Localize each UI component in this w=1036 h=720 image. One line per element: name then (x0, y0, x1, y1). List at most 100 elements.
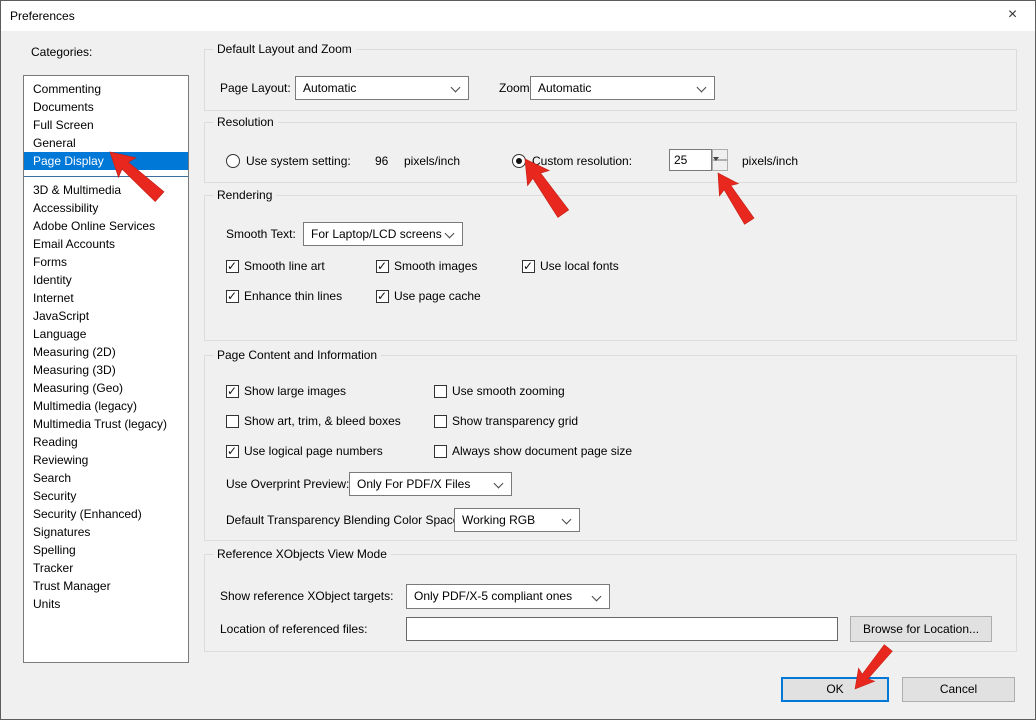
checkbox-smooth-line-art[interactable]: Smooth line art (226, 259, 376, 273)
blend-color-space-label: Default Transparency Blending Color Spac… (226, 508, 463, 532)
spin-down-icon[interactable] (712, 160, 728, 171)
title-bar: Preferences × (1, 1, 1035, 31)
overprint-preview-select[interactable]: Only For PDF/X Files (349, 472, 512, 496)
page-layout-value: Automatic (303, 77, 356, 99)
checkbox-show-transparency-grid[interactable]: Show transparency grid (434, 414, 632, 428)
checkbox-use-local-fonts[interactable]: Use local fonts (522, 259, 619, 273)
page-content-checkboxes: Show large images Use smooth zooming Show … (226, 384, 632, 457)
categories-list: CommentingDocumentsFull ScreenGeneralPag… (23, 75, 189, 663)
chevron-down-icon (592, 592, 602, 602)
category-item-measuring-geo[interactable]: Measuring (Geo) (24, 379, 188, 397)
checkbox-box (376, 290, 389, 303)
chevron-down-icon (451, 83, 461, 93)
category-item-multimedia-legacy[interactable]: Multimedia (legacy) (24, 397, 188, 415)
checkbox-label: Enhance thin lines (244, 289, 342, 303)
xobject-targets-label: Show reference XObject targets: (220, 584, 393, 609)
category-item-units[interactable]: Units (24, 595, 188, 613)
category-item-security[interactable]: Security (24, 487, 188, 505)
chevron-down-icon (562, 515, 572, 525)
category-item-javascript[interactable]: JavaScript (24, 307, 188, 325)
system-resolution-unit: pixels/inch (404, 149, 460, 173)
chevron-down-icon (697, 83, 707, 93)
category-item-trust-manager[interactable]: Trust Manager (24, 577, 188, 595)
custom-resolution-radio[interactable] (512, 154, 526, 168)
checkbox-box (226, 260, 239, 273)
group-title: Reference XObjects View Mode (213, 547, 391, 561)
dialog-title: Preferences (10, 1, 75, 31)
smooth-text-value: For Laptop/LCD screens (311, 223, 442, 245)
category-item-tracker[interactable]: Tracker (24, 559, 188, 577)
category-item-measuring-3d[interactable]: Measuring (3D) (24, 361, 188, 379)
zoom-label: Zoom: (499, 76, 533, 100)
checkbox-smooth-images[interactable]: Smooth images (376, 259, 522, 273)
category-item-reading[interactable]: Reading (24, 433, 188, 451)
location-input[interactable] (406, 617, 838, 641)
category-item-security-enhanced[interactable]: Security (Enhanced) (24, 505, 188, 523)
checkbox-always-show-document-page-size[interactable]: Always show document page size (434, 444, 632, 458)
zoom-value: Automatic (538, 77, 591, 99)
overprint-preview-label: Use Overprint Preview: (226, 472, 349, 496)
group-title: Rendering (213, 188, 276, 202)
category-item-signatures[interactable]: Signatures (24, 523, 188, 541)
checkbox-label: Smooth images (394, 259, 477, 273)
use-system-setting-radio[interactable] (226, 154, 240, 168)
category-item-multimedia-trust-legacy[interactable]: Multimedia Trust (legacy) (24, 415, 188, 433)
system-resolution-value: 96 (375, 149, 388, 173)
category-item-spelling[interactable]: Spelling (24, 541, 188, 559)
checkbox-use-smooth-zooming[interactable]: Use smooth zooming (434, 384, 632, 398)
category-item-page-display[interactable]: Page Display (24, 152, 188, 170)
xobject-targets-select[interactable]: Only PDF/X-5 compliant ones (406, 584, 610, 609)
use-system-setting-label: Use system setting: (246, 149, 351, 173)
checkbox-label: Use local fonts (540, 259, 619, 273)
group-reference-xobjects: Reference XObjects View Mode Show refere… (204, 554, 1017, 652)
checkbox-label: Use logical page numbers (244, 444, 383, 458)
checkbox-show-art-trim-bleed-boxes[interactable]: Show art, trim, & bleed boxes (226, 414, 434, 428)
checkbox-label: Use page cache (394, 289, 481, 303)
custom-resolution-spinner: 25 (669, 149, 729, 171)
category-item-email-accounts[interactable]: Email Accounts (24, 235, 188, 253)
browse-for-location-button[interactable]: Browse for Location... (850, 616, 992, 642)
blend-color-space-select[interactable]: Working RGB (454, 508, 580, 532)
category-item-general[interactable]: General (24, 134, 188, 152)
chevron-down-icon (494, 479, 504, 489)
cancel-button[interactable]: Cancel (902, 677, 1015, 702)
checkbox-enhance-thin-lines[interactable]: Enhance thin lines (226, 289, 376, 303)
category-item-language[interactable]: Language (24, 325, 188, 343)
zoom-select[interactable]: Automatic (530, 76, 715, 100)
xobject-targets-value: Only PDF/X-5 compliant ones (414, 585, 572, 608)
category-item-identity[interactable]: Identity (24, 271, 188, 289)
checkbox-box (226, 415, 239, 428)
checkbox-box (226, 385, 239, 398)
checkbox-use-logical-page-numbers[interactable]: Use logical page numbers (226, 444, 434, 458)
checkbox-label: Smooth line art (244, 259, 325, 273)
category-item-search[interactable]: Search (24, 469, 188, 487)
custom-resolution-input[interactable]: 25 (669, 149, 712, 171)
category-item-measuring-2d[interactable]: Measuring (2D) (24, 343, 188, 361)
blend-color-space-value: Working RGB (462, 509, 535, 531)
category-item-internet[interactable]: Internet (24, 289, 188, 307)
checkbox-box (522, 260, 535, 273)
smooth-text-select[interactable]: For Laptop/LCD screens (303, 222, 463, 246)
list-separator (24, 176, 188, 177)
checkbox-label: Always show document page size (452, 444, 632, 458)
checkbox-use-page-cache[interactable]: Use page cache (376, 289, 522, 303)
group-page-content: Page Content and Information Show large … (204, 355, 1017, 541)
category-item-adobe-online-services[interactable]: Adobe Online Services (24, 217, 188, 235)
page-layout-select[interactable]: Automatic (295, 76, 469, 100)
rendering-checkboxes: Smooth line art Smooth images Use local fo… (226, 259, 619, 302)
category-item-reviewing[interactable]: Reviewing (24, 451, 188, 469)
close-icon[interactable]: × (990, 1, 1035, 30)
checkbox-show-large-images[interactable]: Show large images (226, 384, 434, 398)
custom-resolution-unit: pixels/inch (742, 149, 798, 173)
category-item-forms[interactable]: Forms (24, 253, 188, 271)
checkbox-label: Use smooth zooming (452, 384, 565, 398)
ok-button[interactable]: OK (781, 677, 889, 702)
checkbox-box (226, 445, 239, 458)
category-item-full-screen[interactable]: Full Screen (24, 116, 188, 134)
category-item-3d-multimedia[interactable]: 3D & Multimedia (24, 181, 188, 199)
checkbox-label: Show art, trim, & bleed boxes (244, 414, 401, 428)
category-item-commenting[interactable]: Commenting (24, 80, 188, 98)
categories-label: Categories: (31, 45, 92, 59)
category-item-documents[interactable]: Documents (24, 98, 188, 116)
category-item-accessibility[interactable]: Accessibility (24, 199, 188, 217)
